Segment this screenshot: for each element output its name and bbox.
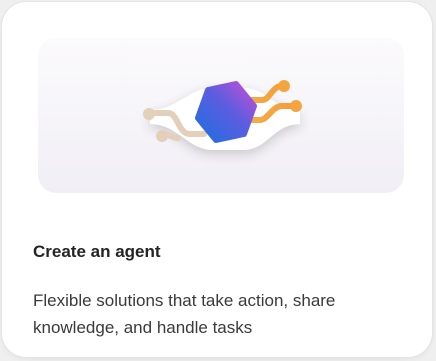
hexagon-icon [195, 81, 257, 143]
card-description: Flexible solutions that take action, sha… [33, 291, 336, 337]
agent-hexagon-connector-icon [143, 80, 302, 150]
create-agent-card[interactable]: Create an agent Flexible solutions that … [2, 2, 432, 357]
card-title: Create an agent [33, 242, 161, 261]
card-illustration [38, 38, 404, 193]
